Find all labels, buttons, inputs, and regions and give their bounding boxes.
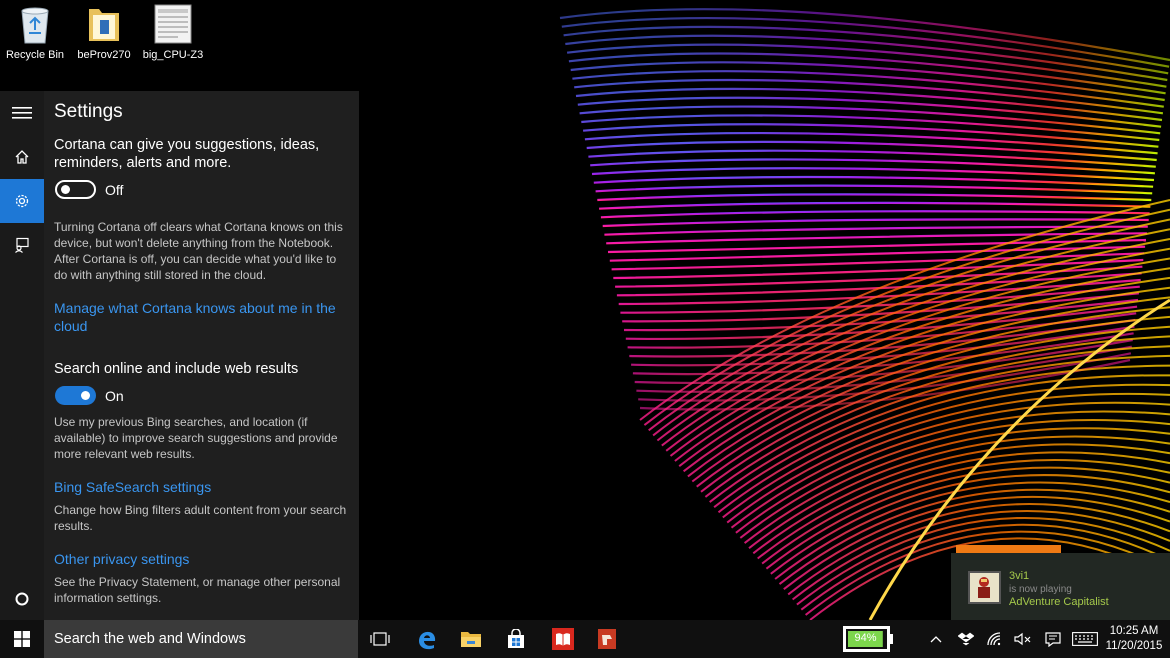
- cortana-rail: [0, 91, 44, 621]
- feather-barb: [600, 210, 1150, 219]
- toggle-knob: [61, 185, 70, 194]
- volume-muted-icon: [1014, 632, 1031, 646]
- edge-button[interactable]: [405, 620, 449, 658]
- action-center-button[interactable]: [1043, 620, 1063, 658]
- show-hidden-icons-button[interactable]: [926, 620, 946, 658]
- touch-keyboard-button[interactable]: [1071, 620, 1099, 658]
- home-button[interactable]: [0, 135, 44, 179]
- folder-icon: [85, 3, 123, 45]
- page-title: Settings: [54, 101, 123, 122]
- task-view-icon: [370, 632, 390, 646]
- privacy-description: See the Privacy Statement, or manage oth…: [54, 575, 341, 605]
- action-center-icon: [1045, 631, 1061, 647]
- desktop-icon-label: Recycle Bin: [5, 49, 65, 61]
- wifi-button[interactable]: [985, 620, 1005, 658]
- feather-barbs: [559, 8, 1170, 620]
- home-icon: [15, 150, 29, 164]
- chevron-up-icon: [930, 636, 942, 643]
- feather-barb: [595, 184, 1153, 195]
- privacy-link[interactable]: Other privacy settings: [54, 550, 344, 568]
- desktop-icon-label: big_CPU-Z3: [142, 49, 204, 61]
- desktop-icon-label: beProv270: [77, 49, 131, 61]
- cortana-toggle-label: Off: [105, 182, 124, 198]
- avatar: [968, 571, 1001, 604]
- recycle-bin-icon: [16, 3, 54, 45]
- feedback-button[interactable]: [0, 223, 44, 267]
- toggle-knob: [81, 391, 90, 400]
- notification-game: AdVenture Capitalist: [1009, 596, 1109, 608]
- clock-time: 10:25 AM: [1109, 625, 1159, 637]
- desktop-icon-big-cpu-z3[interactable]: big_CPU-Z3: [138, 3, 208, 61]
- feather-barb: [599, 201, 1151, 210]
- task-view-button[interactable]: [358, 620, 402, 658]
- app-button[interactable]: [585, 620, 629, 658]
- store-button[interactable]: [494, 620, 538, 658]
- game-notification[interactable]: 3vi1 is now playing AdVenture Capitalist: [951, 545, 1170, 621]
- image-file-icon: [154, 3, 192, 45]
- volume-button[interactable]: [1013, 620, 1033, 658]
- web-results-description: Use my previous Bing searches, and locat…: [54, 415, 338, 461]
- keyboard-icon: [1072, 632, 1098, 646]
- battery-percent: 94%: [854, 632, 877, 644]
- web-results-toggle[interactable]: [55, 386, 96, 405]
- safesearch-description: Change how Bing filters adult content fr…: [54, 503, 347, 533]
- cortana-circle-icon: [15, 592, 29, 606]
- desktop-icon-recycle-bin[interactable]: Recycle Bin: [0, 3, 70, 61]
- reader-icon: [552, 628, 574, 650]
- feather-barb: [597, 193, 1152, 202]
- feather-barb: [609, 245, 1146, 262]
- search-input[interactable]: Search the web and Windows: [44, 620, 358, 658]
- notification-username: 3vi1: [1009, 570, 1030, 582]
- dropbox-icon: [958, 632, 974, 646]
- store-icon: [508, 629, 524, 648]
- settings-button[interactable]: [0, 179, 44, 223]
- file-explorer-icon: [461, 632, 481, 647]
- start-button[interactable]: [0, 620, 44, 658]
- clock-date: 11/20/2015: [1105, 640, 1163, 652]
- app-icon: [598, 629, 616, 649]
- reader-button[interactable]: [541, 620, 585, 658]
- suggestions-description: Turning Cortana off clears what Cortana …: [54, 220, 343, 282]
- notification-body: 3vi1 is now playing AdVenture Capitalist: [951, 553, 1170, 621]
- web-results-toggle-label: On: [105, 388, 124, 404]
- notification-status: is now playing: [1009, 584, 1072, 595]
- feather-barb: [575, 87, 1163, 122]
- desktop: Recycle Bin beProv270 big_CPU-Z3 Setting…: [0, 0, 1170, 658]
- feather-barb: [581, 114, 1160, 142]
- cortana-toggle[interactable]: [55, 180, 96, 199]
- gear-icon: [15, 194, 29, 208]
- safesearch-link[interactable]: Bing SafeSearch settings: [54, 478, 344, 496]
- desktop-icon-beprov270[interactable]: beProv270: [69, 3, 139, 61]
- web-results-heading: Search online and include web results: [54, 361, 299, 377]
- hamburger-menu-button[interactable]: [0, 91, 44, 135]
- manage-cloud-link[interactable]: Manage what Cortana knows about me in th…: [54, 299, 344, 335]
- clock[interactable]: 10:25 AM 11/20/2015: [1100, 624, 1168, 654]
- windows-logo-icon: [14, 631, 30, 647]
- file-explorer-button[interactable]: [449, 620, 493, 658]
- hamburger-menu-icon: [12, 107, 32, 119]
- cortana-settings-panel: Settings Cortana can give you suggestion…: [0, 91, 359, 621]
- cortana-button[interactable]: [0, 577, 44, 621]
- wifi-icon: [987, 632, 1001, 646]
- edge-icon: [419, 631, 436, 650]
- suggestions-heading: Cortana can give you suggestions, ideas,…: [54, 137, 320, 171]
- taskbar: Search the web and Windows 94% 10:25 AM …: [0, 620, 1170, 658]
- notification-accent-bar: [956, 545, 1061, 553]
- dropbox-tray-button[interactable]: [956, 620, 976, 658]
- battery-indicator[interactable]: 94%: [842, 620, 896, 658]
- feedback-icon: [15, 237, 29, 253]
